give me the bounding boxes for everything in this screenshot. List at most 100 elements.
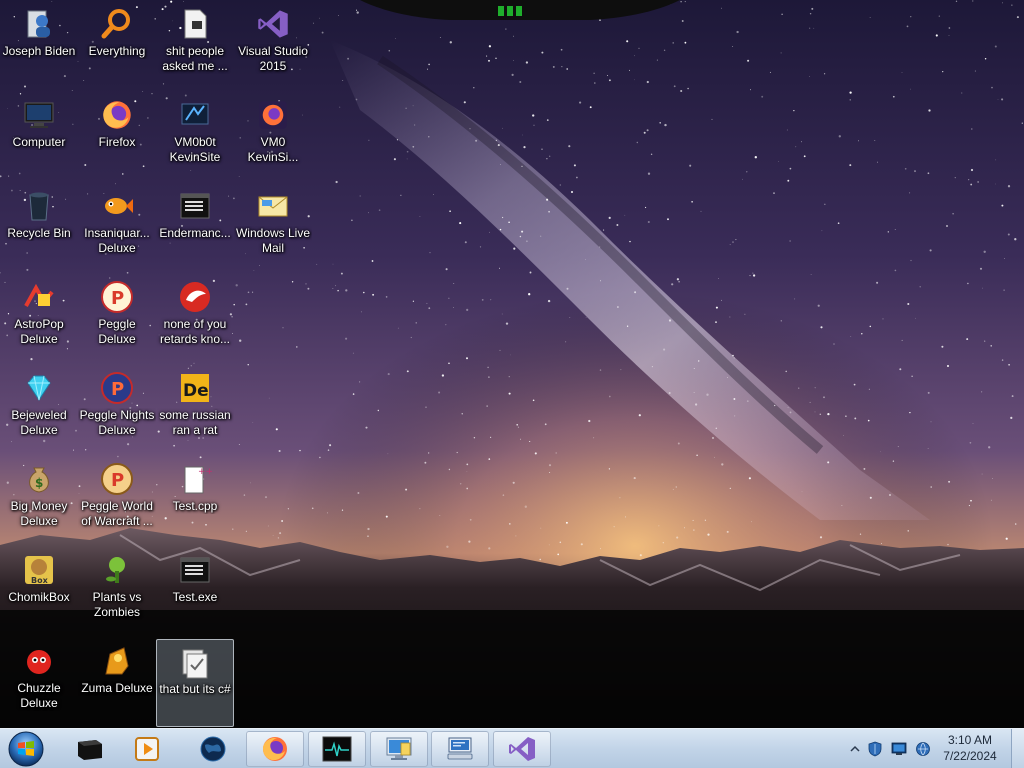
desktop-icon[interactable]: P Peggle World of Warcraft ...	[78, 457, 156, 545]
desktop-icon[interactable]: Joseph Biden	[0, 2, 78, 90]
svg-text:++: ++	[198, 467, 212, 477]
peggle-nights-game-icon: P	[99, 370, 135, 406]
taskbar-button-remote-desktop[interactable]	[370, 731, 428, 767]
desktop-icon-label: Peggle World of Warcraft ...	[81, 499, 153, 528]
shield-icon[interactable]	[866, 740, 884, 758]
recycle-bin-icon	[21, 188, 57, 224]
cpp-file-icon: ++	[177, 461, 213, 497]
network-icon[interactable]	[914, 740, 932, 758]
desktop-icon[interactable]: Chuzzle Deluxe	[0, 639, 78, 727]
taskbar-button-network-computer[interactable]	[431, 731, 489, 767]
system-tray: 3:10 AM 7/22/2024	[844, 729, 1024, 768]
desktop-icon-label: shit people asked me ...	[162, 44, 228, 73]
start-button[interactable]	[6, 730, 46, 768]
desktop-icon[interactable]: Endermanc...	[156, 184, 234, 272]
chuzzle-game-icon	[21, 643, 57, 679]
desktop-icon[interactable]: Zuma Deluxe	[78, 639, 156, 727]
zuma-frog-icon	[99, 643, 135, 679]
taskbar: 3:10 AM 7/22/2024	[0, 728, 1024, 768]
desktop-icon[interactable]: Everything	[78, 2, 156, 90]
desktop-icon-label: VM0 KevinSi...	[247, 135, 299, 164]
desktop-icon[interactable]: Windows Live Mail	[234, 184, 312, 272]
desktop-icon[interactable]: Box ChomikBox	[0, 548, 78, 636]
windows-start-orb-icon	[8, 731, 44, 767]
peggle-wow-game-icon: P	[99, 461, 135, 497]
desktop-icon-label: Visual Studio 2015	[238, 44, 308, 73]
svg-text:P: P	[111, 470, 124, 491]
desktop-icon[interactable]: $ Big Money Deluxe	[0, 457, 78, 545]
firefox-icon	[263, 737, 287, 761]
desktop-icon[interactable]: De some russian ran a rat	[156, 366, 234, 454]
top-bar-gadget	[360, 0, 680, 20]
taskbar-button-media-player[interactable]	[118, 731, 176, 767]
taskbar-button-firefox[interactable]	[246, 731, 304, 767]
desktop-icon-label: Chuzzle Deluxe	[17, 681, 61, 710]
show-hidden-icons-chevron-icon[interactable]	[846, 740, 864, 758]
svg-text:$: $	[35, 476, 43, 490]
desktop-icon-label: Joseph Biden	[2, 44, 76, 58]
peggle-game-icon: P	[99, 279, 135, 315]
desktop-icon-label: that but its c#	[159, 682, 231, 696]
chomikbox-icon: Box	[21, 552, 57, 588]
globe-icon	[200, 736, 226, 762]
desktop-icon-label: Peggle Nights Deluxe	[79, 408, 155, 437]
desktop-icon[interactable]: shit people asked me ...	[156, 2, 234, 90]
vm-shortcut-icon	[177, 97, 213, 133]
visual-studio-icon	[255, 6, 291, 42]
text-file-icon	[177, 6, 213, 42]
desktop-icon-label: Bejeweled Deluxe	[11, 408, 67, 437]
computer-monitor-icon	[21, 97, 57, 133]
desktop-icon[interactable]: Insaniquar... Deluxe	[78, 184, 156, 272]
desktop-icon[interactable]: Test.exe	[156, 548, 234, 636]
clock-time: 3:10 AM	[947, 733, 993, 747]
desktop-icon-label: VM0b0t KevinSite	[169, 135, 221, 164]
clock[interactable]: 3:10 AM 7/22/2024	[940, 732, 1000, 764]
taskbar-button-globe[interactable]	[184, 731, 242, 767]
desktop-icon-label: Test.exe	[172, 590, 218, 604]
desktop-screen: Joseph Biden Everything shit people asked …	[0, 0, 1024, 768]
cs-file-icon	[177, 644, 213, 680]
network-computer-icon	[447, 737, 473, 760]
show-desktop-button[interactable]	[1011, 729, 1024, 768]
firefox-icon	[99, 97, 135, 133]
taskbar-button-visual-studio[interactable]	[493, 731, 551, 767]
desktop-icon-label: Plants vs Zombies	[92, 590, 142, 619]
desktop-icon[interactable]: Plants vs Zombies	[78, 548, 156, 636]
desktop-icon[interactable]: that but its c#	[156, 639, 234, 727]
monitor-icon[interactable]	[890, 740, 908, 758]
desktop-icon-label: AstroPop Deluxe	[14, 317, 64, 346]
desktop-icon[interactable]: P Peggle Deluxe	[78, 275, 156, 363]
desktop-icon-label: ChomikBox	[8, 590, 70, 604]
user-folder-icon	[21, 6, 57, 42]
astropop-game-icon	[21, 279, 57, 315]
desktop-icon[interactable]: ++ Test.cpp	[156, 457, 234, 545]
waveform-monitor-icon	[322, 736, 352, 762]
remote-desktop-icon	[386, 737, 412, 760]
mail-envelope-icon	[255, 188, 291, 224]
media-player-icon	[135, 737, 159, 761]
clock-date: 7/22/2024	[943, 749, 997, 763]
desktop-icon[interactable]: Recycle Bin	[0, 184, 78, 272]
desktop-icon[interactable]: VM0 KevinSi...	[234, 93, 312, 181]
desktop-icon[interactable]: Computer	[0, 93, 78, 181]
desktop-icon[interactable]: Firefox	[78, 93, 156, 181]
red-bird-icon	[177, 279, 213, 315]
firefox-shortcut-icon	[255, 97, 291, 133]
visual-studio-icon	[509, 737, 535, 761]
desktop-icon[interactable]: Bejeweled Deluxe	[0, 366, 78, 454]
plant-game-icon	[99, 552, 135, 588]
desktop-icon[interactable]: AstroPop Deluxe	[0, 275, 78, 363]
svg-text:P: P	[111, 379, 124, 400]
desktop-icon-label: Test.cpp	[172, 499, 218, 513]
taskbar-button-waveform-monitor[interactable]	[308, 731, 366, 767]
desktop-icon-label: Big Money Deluxe	[10, 499, 68, 528]
taskbar-button-black-box[interactable]	[60, 731, 118, 767]
desktop-icon[interactable]: Visual Studio 2015	[234, 2, 312, 90]
desktop-icon-label: Firefox	[98, 135, 136, 149]
desktop-icon[interactable]: none of you retards kno...	[156, 275, 234, 363]
desktop-icon[interactable]: VM0b0t KevinSite	[156, 93, 234, 181]
de-letters-icon: De	[177, 370, 213, 406]
magnifier-search-icon	[99, 6, 135, 42]
desktop-icon[interactable]: P Peggle Nights Deluxe	[78, 366, 156, 454]
desktop-icon-label: Endermanc...	[159, 226, 231, 240]
